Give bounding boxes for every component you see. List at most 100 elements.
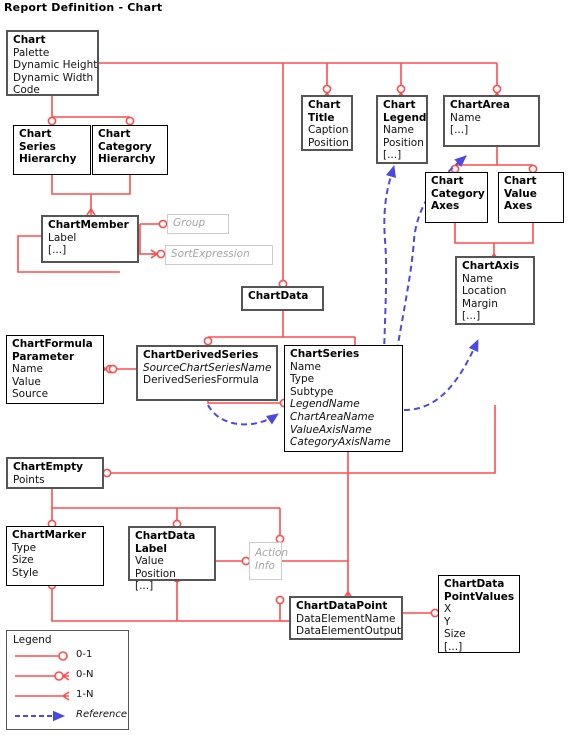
entity-title: Category bbox=[431, 187, 485, 200]
entity-attribute: Position bbox=[135, 567, 176, 580]
entity-chart-series[interactable]: ChartSeries Name Type Subtype LegendName… bbox=[284, 345, 403, 452]
entity-chart-axis[interactable]: ChartAxis Name Location Margin [...] bbox=[455, 256, 535, 325]
entity-attribute: Dynamic Width bbox=[13, 71, 94, 84]
entity-attribute: [...] bbox=[450, 124, 469, 137]
entity-title: Category bbox=[98, 140, 152, 153]
entity-title: PointValues bbox=[444, 590, 515, 603]
entity-attribute: X bbox=[444, 603, 452, 616]
legend-label-zero-one: 0-1 bbox=[76, 649, 93, 660]
ghost-label: Action bbox=[255, 547, 289, 559]
entity-attribute: LegendName bbox=[290, 398, 360, 411]
entity-attribute: Size bbox=[12, 554, 34, 567]
ghost-label: Info bbox=[255, 559, 275, 572]
entity-title: Legend bbox=[383, 111, 427, 124]
entity-title: Series bbox=[19, 140, 56, 153]
entity-chart-series-hierarchy[interactable]: Chart Series Hierarchy bbox=[13, 125, 91, 175]
entity-title: Chart bbox=[308, 99, 341, 111]
entity-title: ChartData bbox=[444, 578, 505, 590]
entity-chart-category-axes[interactable]: Chart Category Axes bbox=[425, 172, 488, 223]
entity-title: Axes bbox=[504, 200, 533, 213]
entity-attribute: Type bbox=[290, 373, 315, 386]
entity-title: Axes bbox=[431, 200, 460, 213]
entity-attribute: [...] bbox=[462, 310, 481, 323]
entity-title: Chart bbox=[431, 175, 464, 187]
entity-title: Hierarchy bbox=[98, 153, 156, 166]
entity-attribute: CategoryAxisName bbox=[290, 436, 391, 449]
entity-attribute: Name bbox=[12, 363, 43, 376]
entity-attribute: Y bbox=[444, 615, 451, 628]
entity-attribute: ValueAxisName bbox=[290, 423, 372, 436]
entity-attribute: Name bbox=[462, 272, 493, 285]
entity-title: ChartSeries bbox=[290, 348, 360, 360]
entity-chart-area[interactable]: ChartArea Name [...] bbox=[443, 95, 540, 147]
entity-attribute: Size bbox=[444, 628, 466, 641]
entity-chart-data-point[interactable]: ChartDataPoint DataElementName DataEleme… bbox=[289, 596, 403, 640]
entity-attribute: Style bbox=[12, 566, 39, 579]
entity-title: Chart bbox=[19, 128, 52, 140]
entity-chart-formula-parameter[interactable]: ChartFormula Parameter Name Value Source bbox=[6, 335, 104, 404]
entity-chart[interactable]: Chart Palette Dynamic Height Dynamic Wid… bbox=[6, 30, 99, 96]
diagram-canvas: Report Definition - Chart Chart Palette … bbox=[0, 0, 571, 735]
entity-title: Value bbox=[504, 187, 537, 200]
legend: Legend 0-1 0-N 1-N Reference bbox=[6, 630, 129, 730]
entity-title: ChartEmpty bbox=[13, 461, 83, 473]
entity-title: ChartData bbox=[248, 290, 309, 302]
ghost-box-group[interactable]: Group bbox=[167, 214, 229, 234]
entity-attribute: [...] bbox=[383, 149, 402, 162]
entity-chart-value-axes[interactable]: Chart Value Axes bbox=[498, 172, 564, 223]
entity-chart-data[interactable]: ChartData bbox=[241, 286, 324, 311]
ghost-box-sort-expression[interactable]: SortExpression bbox=[165, 245, 273, 265]
entity-title: Title bbox=[308, 111, 335, 124]
entity-title: Chart bbox=[13, 34, 46, 46]
entity-title: ChartAxis bbox=[462, 260, 520, 272]
entity-title: ChartDerivedSeries bbox=[143, 349, 259, 361]
entity-chart-empty[interactable]: ChartEmpty Points bbox=[6, 457, 104, 489]
entity-chart-data-point-values[interactable]: ChartData PointValues X Y Size [...] bbox=[438, 575, 520, 653]
entity-attribute: [...] bbox=[444, 640, 463, 653]
entity-attribute: Dynamic Height bbox=[13, 59, 98, 72]
entity-title: ChartData bbox=[135, 530, 196, 542]
entity-chart-legend[interactable]: Chart Legend Name Position [...] bbox=[376, 95, 428, 164]
entity-attribute: Location bbox=[462, 285, 507, 298]
entity-title: Chart bbox=[504, 175, 537, 187]
entity-attribute: Name bbox=[290, 360, 321, 373]
entity-attribute: Points bbox=[13, 473, 45, 486]
entity-attribute: Position bbox=[308, 136, 349, 149]
entity-title: Chart bbox=[383, 99, 416, 111]
entity-title: ChartMarker bbox=[12, 529, 87, 541]
entity-attribute: ChartAreaName bbox=[290, 410, 375, 423]
entity-attribute: DerivedSeriesFormula bbox=[143, 374, 259, 387]
ghost-box-action-info[interactable]: Action Info bbox=[249, 542, 289, 580]
entity-title: Chart bbox=[98, 128, 131, 140]
entity-chart-category-hierarchy[interactable]: Chart Category Hierarchy bbox=[92, 125, 168, 175]
legend-label-zero-n: 0-N bbox=[76, 669, 94, 680]
ghost-label: Group bbox=[173, 217, 206, 229]
entity-attribute: Type bbox=[12, 541, 37, 554]
entity-attribute: Name bbox=[450, 111, 481, 124]
entity-attribute: Code bbox=[13, 84, 40, 97]
entity-attribute: Name bbox=[383, 124, 414, 137]
entity-attribute: Value bbox=[135, 555, 164, 568]
entity-title: ChartDataPoint bbox=[296, 600, 388, 612]
entity-attribute: DataElementOutput bbox=[296, 625, 402, 638]
page-title: Report Definition - Chart bbox=[4, 1, 163, 14]
ghost-label: SortExpression bbox=[171, 248, 250, 260]
legend-label-one-n: 1-N bbox=[76, 689, 94, 700]
entity-title: ChartArea bbox=[450, 99, 510, 111]
entity-attribute: [...] bbox=[48, 244, 67, 257]
entity-chart-member[interactable]: ChartMember Label [...] bbox=[41, 215, 139, 263]
entity-attribute: Margin bbox=[462, 297, 498, 310]
entity-attribute: Source bbox=[12, 388, 49, 401]
entity-chart-marker[interactable]: ChartMarker Type Size Style bbox=[6, 526, 104, 586]
entity-chart-derived-series[interactable]: ChartDerivedSeries SourceChartSeriesName… bbox=[136, 345, 278, 401]
legend-label-reference: Reference bbox=[76, 709, 128, 720]
entity-chart-title[interactable]: Chart Title Caption Position bbox=[301, 95, 353, 151]
entity-title: ChartMember bbox=[48, 219, 129, 231]
entity-title: Parameter bbox=[12, 350, 75, 363]
entity-attribute: Caption bbox=[308, 124, 349, 137]
entity-chart-data-label[interactable]: ChartData Label Value Position [...] bbox=[128, 526, 216, 592]
entity-attribute: [...] bbox=[135, 580, 154, 593]
entity-attribute: Value bbox=[12, 375, 41, 388]
entity-attribute: Position bbox=[383, 136, 424, 149]
entity-attribute: DataElementName bbox=[296, 612, 396, 625]
